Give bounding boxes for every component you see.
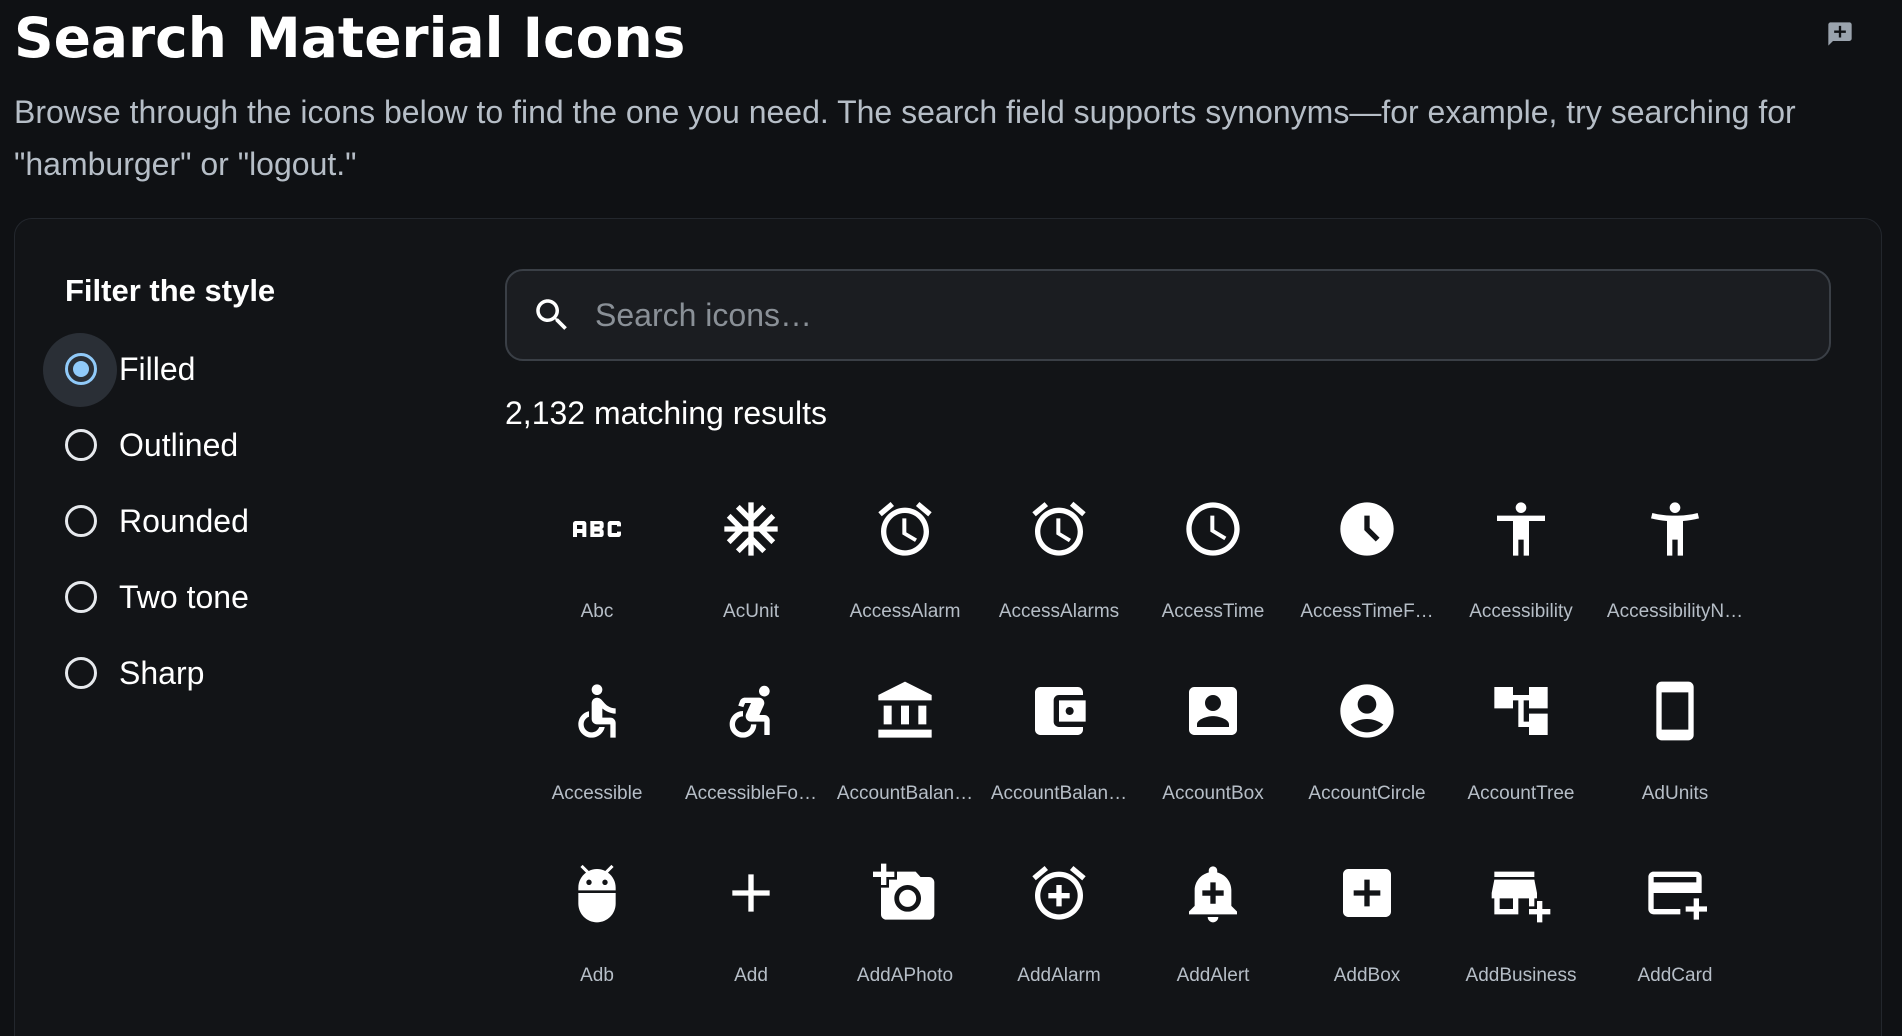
page-title: Search Material Icons bbox=[14, 6, 686, 70]
add-a-photo-icon bbox=[873, 861, 937, 925]
style-option-rounded[interactable]: Rounded bbox=[43, 483, 249, 559]
icon-label: AddAlert bbox=[1176, 965, 1250, 986]
access-time-filled-icon bbox=[1335, 497, 1399, 561]
style-filter-group: Filled Outlined Rounded Two tone Sharp bbox=[43, 331, 249, 711]
radio-button[interactable] bbox=[65, 657, 97, 689]
search-icon bbox=[531, 294, 573, 336]
icon-tile-account-balance[interactable]: AccountBalan… bbox=[828, 657, 982, 839]
ad-units-icon bbox=[1643, 679, 1707, 743]
accessible-forward-icon bbox=[719, 679, 783, 743]
icon-tile-account-circle[interactable]: AccountCircle bbox=[1290, 657, 1444, 839]
icon-label: Accessibility bbox=[1469, 601, 1573, 622]
icon-tile-add-alert[interactable]: AddAlert bbox=[1136, 839, 1290, 1021]
radio-button[interactable] bbox=[65, 581, 97, 613]
account-box-icon bbox=[1181, 679, 1245, 743]
account-balance-icon bbox=[873, 679, 937, 743]
icon-tile-access-alarms[interactable]: AccessAlarms bbox=[982, 475, 1136, 657]
icon-label: AddAlarm bbox=[1017, 965, 1101, 986]
icon-tile-account-box[interactable]: AccountBox bbox=[1136, 657, 1290, 839]
icon-label: Add bbox=[734, 965, 768, 986]
icon-browser-panel: Filter the style Filled Outlined Rounded bbox=[14, 218, 1882, 1036]
icon-label: AddBox bbox=[1333, 965, 1401, 986]
icon-tile-accessible[interactable]: Accessible bbox=[520, 657, 674, 839]
icon-tile-add-a-photo[interactable]: AddAPhoto bbox=[828, 839, 982, 1021]
icon-label: AccessibilityN… bbox=[1606, 601, 1744, 622]
icon-label: Accessible bbox=[551, 783, 643, 804]
search-box[interactable] bbox=[505, 269, 1831, 361]
radio-label: Outlined bbox=[119, 426, 239, 463]
account-circle-icon bbox=[1335, 679, 1399, 743]
radio-button[interactable] bbox=[65, 429, 97, 461]
add-card-icon bbox=[1643, 861, 1707, 925]
ac-unit-icon bbox=[719, 497, 783, 561]
add-alert-icon bbox=[1181, 861, 1245, 925]
search-input[interactable] bbox=[595, 285, 1795, 345]
icon-tile-ac-unit[interactable]: AcUnit bbox=[674, 475, 828, 657]
abc-icon bbox=[565, 497, 629, 561]
icon-tile-add-alarm[interactable]: AddAlarm bbox=[982, 839, 1136, 1021]
icon-label: AccessTime bbox=[1161, 601, 1265, 622]
style-option-outlined[interactable]: Outlined bbox=[43, 407, 249, 483]
style-option-sharp[interactable]: Sharp bbox=[43, 635, 249, 711]
icon-label: AddCard bbox=[1637, 965, 1713, 986]
icon-label: AccessAlarms bbox=[998, 601, 1120, 622]
icon-tile-ad-units[interactable]: AdUnits bbox=[1598, 657, 1752, 839]
style-option-filled[interactable]: Filled bbox=[43, 331, 249, 407]
account-balance-wallet-icon bbox=[1027, 679, 1091, 743]
add-comment-icon[interactable] bbox=[1826, 20, 1854, 48]
icon-grid: Abc AcUnit AccessAlarm AccessAlarms Acce… bbox=[520, 475, 1752, 1021]
icon-tile-add-business[interactable]: AddBusiness bbox=[1444, 839, 1598, 1021]
page: Search Material Icons Browse through the… bbox=[0, 0, 1902, 1036]
radio-button[interactable] bbox=[65, 353, 97, 385]
accessibility-icon bbox=[1489, 497, 1553, 561]
adb-icon bbox=[565, 861, 629, 925]
icon-label: AccountTree bbox=[1467, 783, 1575, 804]
icon-label: AddBusiness bbox=[1465, 965, 1577, 986]
add-alarm-icon bbox=[1027, 861, 1091, 925]
filter-title: Filter the style bbox=[65, 273, 276, 308]
icon-tile-accessible-forward[interactable]: AccessibleFo… bbox=[674, 657, 828, 839]
icon-label: AccessAlarm bbox=[849, 601, 961, 622]
icon-tile-add-box[interactable]: AddBox bbox=[1290, 839, 1444, 1021]
icon-label: AccessTimeF… bbox=[1300, 601, 1434, 622]
icon-tile-access-time[interactable]: AccessTime bbox=[1136, 475, 1290, 657]
add-business-icon bbox=[1489, 861, 1553, 925]
style-option-two-tone[interactable]: Two tone bbox=[43, 559, 249, 635]
icon-label: Abc bbox=[580, 601, 614, 622]
icon-label: AddAPhoto bbox=[856, 965, 954, 986]
icon-tile-access-time-filled[interactable]: AccessTimeF… bbox=[1290, 475, 1444, 657]
icon-label: AdUnits bbox=[1641, 783, 1709, 804]
results-count: 2,132 matching results bbox=[505, 395, 827, 431]
icon-label: Adb bbox=[580, 965, 614, 986]
icon-tile-add[interactable]: Add bbox=[674, 839, 828, 1021]
accessibility-new-icon bbox=[1643, 497, 1707, 561]
icon-tile-adb[interactable]: Adb bbox=[520, 839, 674, 1021]
icon-label: AccountBox bbox=[1162, 783, 1264, 804]
add-icon bbox=[719, 861, 783, 925]
icon-tile-accessibility-new[interactable]: AccessibilityN… bbox=[1598, 475, 1752, 657]
access-time-icon bbox=[1181, 497, 1245, 561]
icon-label: AcUnit bbox=[723, 601, 779, 622]
radio-label: Sharp bbox=[119, 654, 205, 691]
icon-tile-abc[interactable]: Abc bbox=[520, 475, 674, 657]
icon-tile-account-balance-wallet[interactable]: AccountBalan… bbox=[982, 657, 1136, 839]
access-alarm-icon bbox=[873, 497, 937, 561]
radio-label: Two tone bbox=[119, 578, 249, 615]
icon-tile-accessibility[interactable]: Accessibility bbox=[1444, 475, 1598, 657]
add-box-icon bbox=[1335, 861, 1399, 925]
radio-label: Rounded bbox=[119, 502, 249, 539]
icon-tile-access-alarm[interactable]: AccessAlarm bbox=[828, 475, 982, 657]
icon-label: AccountBalan… bbox=[836, 783, 974, 804]
radio-label: Filled bbox=[119, 350, 196, 387]
icon-label: AccessibleFo… bbox=[685, 783, 817, 804]
icon-label: AccountBalan… bbox=[990, 783, 1128, 804]
accessible-icon bbox=[565, 679, 629, 743]
icon-tile-account-tree[interactable]: AccountTree bbox=[1444, 657, 1598, 839]
icon-tile-add-card[interactable]: AddCard bbox=[1598, 839, 1752, 1021]
radio-button[interactable] bbox=[65, 505, 97, 537]
icon-label: AccountCircle bbox=[1308, 783, 1426, 804]
account-tree-icon bbox=[1489, 679, 1553, 743]
page-description: Browse through the icons below to find t… bbox=[14, 94, 1796, 182]
access-alarms-icon bbox=[1027, 497, 1091, 561]
